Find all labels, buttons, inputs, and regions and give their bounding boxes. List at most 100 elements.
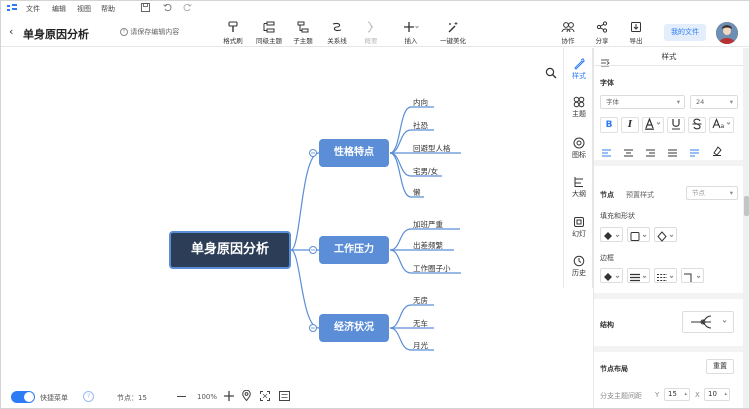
border-width-button[interactable] (627, 268, 650, 283)
leaf-topic[interactable]: 出差频繁 (413, 240, 443, 251)
help-icon[interactable]: ? (83, 391, 94, 402)
panel-divider (594, 65, 744, 66)
zoom-level: 100% (197, 393, 218, 401)
tab-slides[interactable]: 幻灯 (564, 216, 594, 239)
leaf-topic[interactable]: 内向 (413, 97, 428, 108)
layout-section-title: 节点布局 (600, 365, 628, 373)
leaf-topic[interactable]: 无车 (413, 318, 428, 329)
node-count: 节点：15 (117, 393, 147, 403)
paint-bucket-icon (604, 232, 620, 240)
tab-outline-label: 大纲 (572, 190, 586, 198)
tab-icons[interactable]: 图标 (564, 137, 594, 160)
root-topic[interactable]: 单身原因分析 (169, 231, 291, 269)
my-files-button[interactable]: 我的文件 (664, 24, 706, 41)
rectangle-shape-icon (630, 232, 647, 241)
leaf-topic[interactable]: 懒 (413, 187, 421, 198)
leaf-topic[interactable]: 月光 (413, 340, 428, 351)
x-spacing-input[interactable]: 10 ▴ (704, 388, 730, 401)
mindmap-connectors (290, 106, 461, 351)
bold-button[interactable]: B (600, 117, 618, 133)
tab-style[interactable]: 样式 (564, 58, 594, 81)
scrollbar-thumb[interactable] (744, 196, 749, 216)
svg-text:a: a (720, 123, 724, 130)
tab-history[interactable]: 历史 (564, 255, 594, 278)
export-button[interactable]: 导出 (618, 21, 654, 45)
leaf-topic[interactable]: 社恐 (413, 120, 428, 131)
structure-select[interactable] (682, 311, 734, 333)
preset-style-label: 预置样式 (626, 191, 654, 199)
app-window: 文件 编辑 视图 帮助 ‹ 单身原因分析 ! 请保存编辑内容 格式刷 同级主题 (0, 0, 750, 409)
border-color-button[interactable] (600, 268, 623, 283)
quick-menu-label: 快捷菜单 (40, 394, 68, 402)
font-section-title: 字体 (600, 79, 614, 87)
leaf-topic[interactable]: 宅男/女 (413, 166, 438, 177)
brush-style-icon (574, 58, 585, 70)
shape-button[interactable] (627, 227, 650, 242)
shape-style-button[interactable] (654, 227, 677, 242)
avatar-image (716, 22, 738, 44)
section-separator (594, 293, 744, 299)
font-family-select[interactable]: 字体 ▾ (600, 95, 685, 109)
structure-map-icon (691, 315, 727, 329)
avatar[interactable] (716, 22, 738, 44)
corner-style-button[interactable] (681, 268, 704, 283)
underline-icon (672, 119, 680, 130)
align-center-icon[interactable] (624, 142, 634, 161)
clear-format-icon[interactable] (712, 141, 722, 160)
font-color-icon (645, 117, 661, 130)
tab-theme[interactable]: 主题 (564, 96, 594, 119)
preset-style-select[interactable]: 节点 ▾ (686, 186, 738, 200)
fit-screen-icon[interactable] (260, 391, 270, 403)
underline-button[interactable] (667, 117, 685, 133)
branch-topic-work-pressure[interactable]: 工作压力 (319, 236, 389, 264)
font-family-value: 字体 (606, 98, 619, 106)
tab-style-label: 样式 (572, 72, 586, 80)
side-tabs: 样式 主题 图标 大纲 幻灯 历史 (563, 48, 593, 288)
line-height-icon[interactable] (690, 142, 700, 161)
align-left-icon[interactable] (602, 142, 612, 161)
leaf-topic[interactable]: 加班严重 (413, 219, 443, 230)
preset-style-value: 节点 (692, 189, 705, 197)
fill-color-button[interactable] (600, 227, 623, 242)
panel-scrollbar[interactable] (743, 48, 749, 408)
leaf-topic[interactable]: 回避型人格 (413, 143, 451, 154)
italic-button[interactable]: I (621, 117, 639, 133)
align-justify-icon[interactable] (668, 142, 678, 161)
line-width-icon (630, 273, 647, 282)
panel-title: 样式 (661, 52, 677, 61)
zoom-out-icon[interactable] (177, 396, 186, 398)
users-icon (561, 22, 575, 33)
share-button[interactable]: 分享 (584, 21, 620, 45)
tab-outline[interactable]: 大纲 (564, 176, 594, 199)
font-color-button[interactable] (642, 117, 664, 133)
quick-menu-toggle[interactable] (11, 391, 35, 403)
leaf-topic[interactable]: 无房 (413, 295, 428, 306)
corner-icon (684, 273, 701, 282)
text-case-button[interactable]: a (709, 117, 734, 133)
share-label: 分享 (595, 37, 609, 45)
minimap-icon[interactable] (279, 391, 290, 403)
collaborate-label: 协作 (561, 37, 575, 45)
font-size-select[interactable]: 24 ▾ (690, 95, 738, 109)
tab-icons-label: 图标 (572, 151, 586, 159)
branch-topic-finance[interactable]: 经济状况 (319, 314, 389, 342)
outline-icon (574, 177, 583, 187)
branch-topic-personality[interactable]: 性格特点 (319, 139, 389, 167)
zoom-in-icon[interactable] (224, 391, 234, 403)
location-icon[interactable] (242, 389, 251, 403)
border-style-button[interactable] (654, 268, 677, 283)
branch-spacing-label: 分支主题间距 (600, 392, 642, 400)
node-count-label: 节点： (117, 394, 138, 402)
y-spacing-label: Y (655, 391, 660, 399)
tab-theme-label: 主题 (572, 110, 586, 118)
smile-icon (573, 137, 585, 149)
strikethrough-icon (692, 118, 702, 130)
y-spacing-input[interactable]: 15 ▴ (664, 388, 690, 401)
slides-icon (574, 217, 584, 227)
align-right-icon[interactable] (646, 142, 656, 161)
reset-button[interactable]: 重置 (706, 359, 734, 374)
strikethrough-button[interactable] (688, 117, 706, 133)
leaf-topic[interactable]: 工作圈子小 (413, 263, 451, 274)
status-bar: 快捷菜单 ? 节点：15 100% (1, 386, 563, 408)
share-icon (596, 21, 608, 33)
